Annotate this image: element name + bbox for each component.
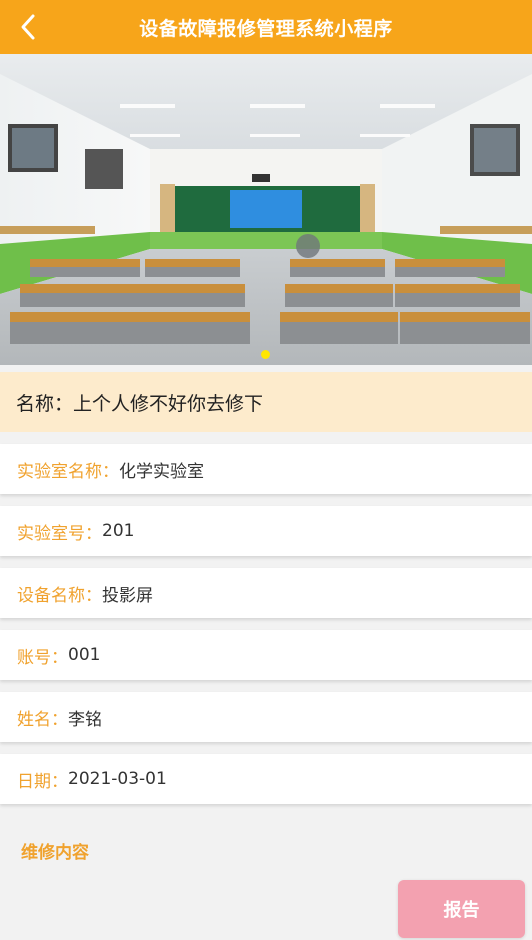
carousel-indicator[interactable]: [261, 350, 270, 359]
repair-content-title: 维修内容: [21, 843, 89, 863]
full-name-value: 李铭: [68, 709, 102, 730]
info-row-device-name: 设备名称： 投影屏: [0, 568, 532, 618]
back-button[interactable]: [10, 9, 46, 45]
report-button[interactable]: 报告: [398, 880, 525, 938]
account-label: 账号：: [17, 647, 68, 668]
full-name-label: 姓名：: [17, 709, 68, 730]
lab-number-value: 201: [102, 521, 135, 541]
nav-bar: 设备故障报修管理系统小程序: [0, 0, 532, 54]
info-row-date: 日期： 2021-03-01: [0, 754, 532, 804]
lab-name-label: 实验室名称：: [17, 461, 119, 482]
date-label: 日期：: [17, 771, 68, 792]
date-value: 2021-03-01: [68, 769, 167, 789]
device-name-label: 设备名称：: [17, 585, 102, 606]
classroom-photo: [0, 54, 532, 365]
info-row-lab-name: 实验室名称： 化学实验室: [0, 444, 532, 494]
chevron-left-icon: [21, 14, 35, 40]
lab-name-value: 化学实验室: [119, 461, 204, 482]
device-name-value: 投影屏: [102, 585, 153, 606]
info-row-lab-number: 实验室号： 201: [0, 506, 532, 556]
page-title: 设备故障报修管理系统小程序: [139, 17, 393, 40]
info-row-full-name: 姓名： 李铭: [0, 692, 532, 742]
lab-number-label: 实验室号：: [17, 523, 102, 544]
info-row-account: 账号： 001: [0, 630, 532, 680]
banner-carousel[interactable]: [0, 54, 532, 365]
page: 设备故障报修管理系统小程序 名称： 上个人修不好你去修下 实验室名称： 化学实验…: [0, 0, 532, 940]
name-label: 名称：: [16, 392, 74, 415]
item-name-bar: 名称： 上个人修不好你去修下: [0, 372, 532, 432]
name-value: 上个人修不好你去修下: [73, 392, 264, 415]
account-value: 001: [68, 645, 101, 665]
